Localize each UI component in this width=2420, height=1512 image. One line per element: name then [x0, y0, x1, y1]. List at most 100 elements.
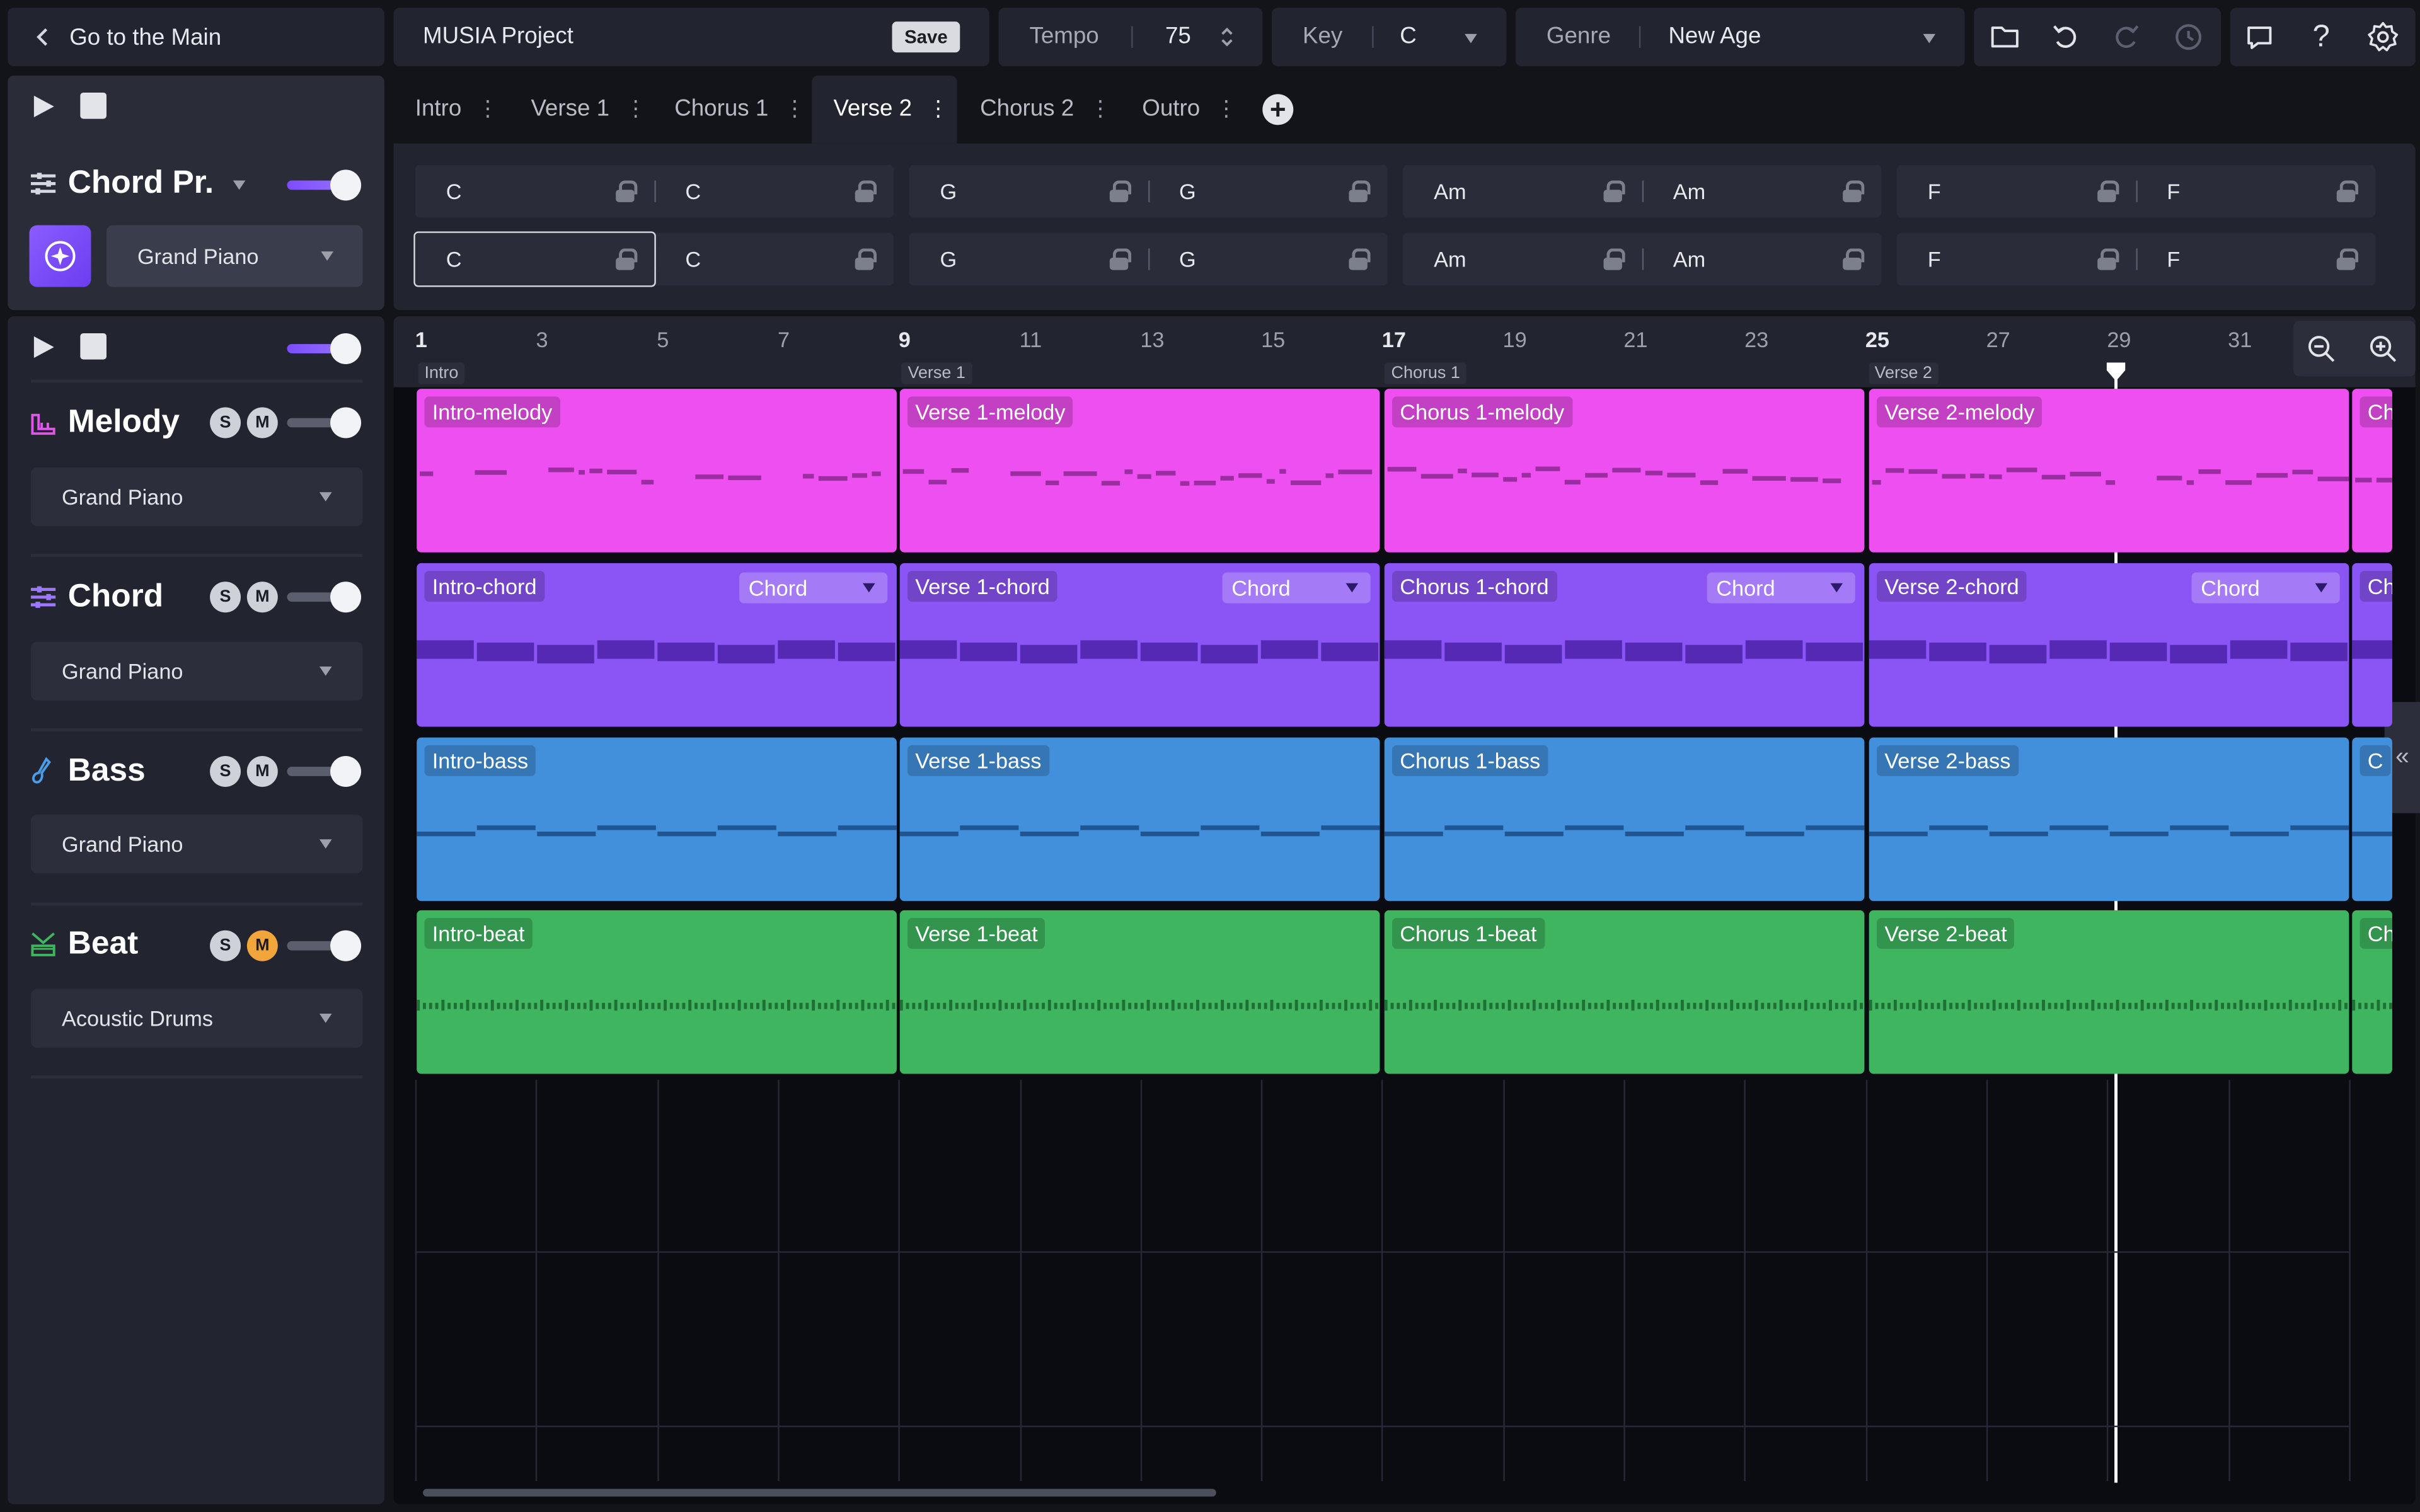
lock-icon[interactable]: [1843, 180, 1865, 202]
kebab-icon[interactable]: ⋮: [477, 95, 498, 122]
melody-clip[interactable]: Chorus 1-melody: [1384, 389, 1865, 553]
lock-icon[interactable]: [2097, 180, 2119, 202]
slider-knob[interactable]: [330, 407, 362, 438]
melody-clip[interactable]: Intro-melody: [417, 389, 897, 553]
genre-select[interactable]: Genre New Age: [1515, 8, 1965, 67]
lock-icon[interactable]: [2336, 180, 2359, 202]
chord-cell[interactable]: Am: [1403, 233, 1642, 285]
chord-cell[interactable]: F: [2136, 233, 2375, 285]
lock-icon[interactable]: [1109, 248, 1132, 270]
tab-chorus-1[interactable]: Chorus 1 ⋮: [674, 74, 805, 142]
chord-cell[interactable]: G: [909, 233, 1148, 285]
bass-clip[interactable]: Intro-bass: [417, 737, 897, 902]
chord-cell[interactable]: Am: [1642, 233, 1882, 285]
lock-icon[interactable]: [1349, 180, 1371, 202]
chord-cell[interactable]: G: [1148, 233, 1388, 285]
track-volume-slider[interactable]: [287, 930, 362, 961]
beat-clip[interactable]: Ch: [2352, 910, 2392, 1074]
beat-clip[interactable]: Verse 2-beat: [1869, 910, 2349, 1074]
bass-clip[interactable]: Verse 2-bass: [1869, 737, 2349, 902]
stop-icon[interactable]: [80, 333, 107, 360]
lock-icon[interactable]: [855, 180, 877, 202]
lock-icon[interactable]: [1109, 180, 1132, 202]
instrument-select[interactable]: Grand Piano: [30, 641, 363, 701]
horizontal-scrollbar[interactable]: [423, 1489, 1216, 1497]
slider-knob[interactable]: [330, 930, 362, 961]
chord-instrument-select[interactable]: Grand Piano: [106, 225, 363, 287]
feedback-button[interactable]: [2232, 9, 2287, 65]
beat-clip[interactable]: Verse 1-beat: [899, 910, 1380, 1074]
lock-icon[interactable]: [1603, 180, 1625, 202]
kebab-icon[interactable]: ⋮: [625, 95, 647, 122]
tab-outro[interactable]: Outro ⋮: [1142, 74, 1237, 142]
tab-chorus-2[interactable]: Chorus 2 ⋮: [980, 74, 1111, 142]
chord-clip[interactable]: Verse 1-chord Chord: [899, 563, 1380, 727]
chord-cell[interactable]: C: [654, 233, 894, 285]
chord-style-select[interactable]: Chord: [2191, 572, 2340, 604]
lock-icon[interactable]: [2336, 248, 2359, 270]
play-icon[interactable]: [30, 93, 57, 120]
instrument-select[interactable]: Grand Piano: [30, 815, 363, 874]
back-to-main-button[interactable]: Go to the Main: [8, 8, 384, 67]
ai-generate-button[interactable]: [29, 225, 91, 287]
beat-clip[interactable]: Chorus 1-beat: [1384, 910, 1865, 1074]
chord-cell[interactable]: G: [1148, 165, 1388, 217]
play-icon[interactable]: [30, 333, 57, 361]
chord-cell[interactable]: C: [654, 165, 894, 217]
instrument-select[interactable]: Acoustic Drums: [30, 988, 363, 1048]
chord-cell[interactable]: C: [415, 165, 655, 217]
chord-cell[interactable]: Am: [1642, 165, 1882, 217]
chord-cell[interactable]: Am: [1403, 165, 1642, 217]
chord-style-select[interactable]: Chord: [739, 572, 888, 604]
tab-verse-2[interactable]: Verse 2 ⋮: [833, 74, 949, 142]
chord-clip[interactable]: Intro-chord Chord: [417, 563, 897, 727]
chord-cell[interactable]: F: [1897, 233, 2136, 285]
kebab-icon[interactable]: ⋮: [784, 95, 805, 122]
save-button[interactable]: Save: [892, 21, 960, 53]
chord-style-select[interactable]: Chord: [1222, 572, 1371, 604]
history-button[interactable]: [2161, 9, 2216, 65]
kebab-icon[interactable]: ⋮: [928, 95, 949, 122]
redo-button[interactable]: [2099, 9, 2155, 65]
chevron-down-icon[interactable]: [233, 180, 246, 190]
lock-icon[interactable]: [1603, 248, 1625, 270]
solo-button[interactable]: S: [210, 756, 241, 787]
tab-intro[interactable]: Intro ⋮: [415, 74, 498, 142]
melody-clip[interactable]: Verse 1-melody: [899, 389, 1380, 553]
bass-clip[interactable]: Verse 1-bass: [899, 737, 1380, 902]
solo-button[interactable]: S: [210, 930, 241, 961]
beat-clip[interactable]: Intro-beat: [417, 910, 897, 1074]
instrument-select[interactable]: Grand Piano: [30, 467, 363, 527]
zoom-out-icon[interactable]: [2306, 333, 2337, 364]
tab-verse-1[interactable]: Verse 1 ⋮: [531, 74, 647, 142]
slider-knob[interactable]: [330, 333, 362, 364]
kebab-icon[interactable]: ⋮: [1090, 95, 1111, 122]
chord-cell[interactable]: F: [2136, 165, 2375, 217]
mute-button[interactable]: M: [246, 581, 278, 613]
bass-clip[interactable]: Chorus 1-bass: [1384, 737, 1865, 902]
help-icon[interactable]: ?: [2293, 9, 2349, 65]
stop-icon[interactable]: [80, 92, 107, 119]
playhead-handle[interactable]: [2105, 361, 2126, 382]
lock-icon[interactable]: [1843, 248, 1865, 270]
kebab-icon[interactable]: ⋮: [1216, 95, 1237, 122]
chord-style-select[interactable]: Chord: [1707, 572, 1855, 604]
mute-button[interactable]: M: [246, 756, 278, 787]
zoom-in-icon[interactable]: [2368, 333, 2399, 364]
bass-clip[interactable]: C: [2352, 737, 2392, 902]
tempo-value[interactable]: 75: [1165, 23, 1191, 50]
slider-knob[interactable]: [330, 756, 362, 787]
slider-knob[interactable]: [330, 581, 362, 613]
add-section-icon[interactable]: +: [1262, 94, 1294, 125]
lock-icon[interactable]: [616, 180, 638, 202]
track-volume-slider[interactable]: [287, 581, 362, 613]
chord-clip[interactable]: Verse 2-chord Chord: [1869, 563, 2349, 727]
mute-button[interactable]: M: [246, 407, 278, 438]
chord-cell[interactable]: F: [1897, 165, 2136, 217]
stepper-icon[interactable]: [1219, 26, 1235, 48]
track-volume-slider[interactable]: [287, 407, 362, 438]
chord-clip[interactable]: Ch: [2352, 563, 2392, 727]
chord-clip[interactable]: Chorus 1-chord Chord: [1384, 563, 1865, 727]
track-volume-slider[interactable]: [287, 756, 362, 787]
slider-knob[interactable]: [330, 169, 362, 201]
